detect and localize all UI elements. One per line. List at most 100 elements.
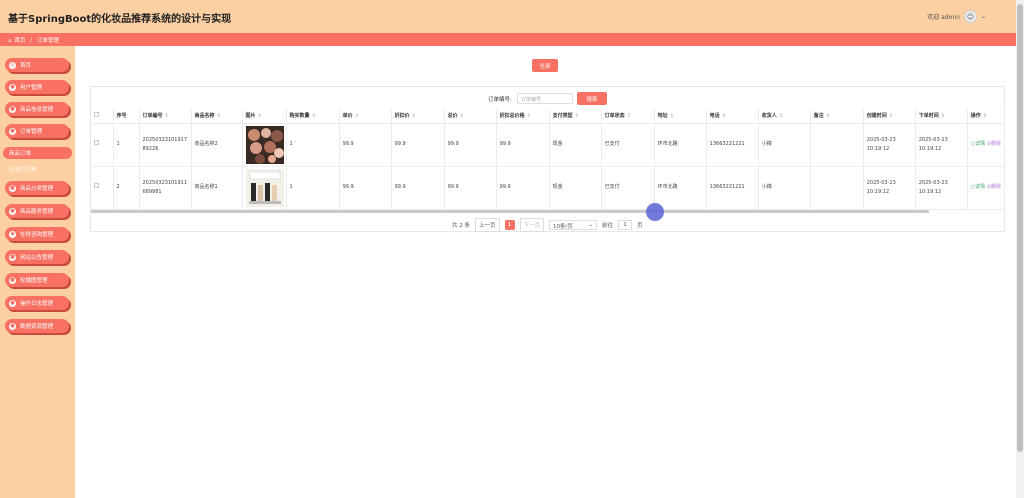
sidebar-item-label: 数据资源管理 (20, 324, 54, 330)
column-header[interactable]: 地址 ⇕ (654, 109, 707, 124)
carousel-icon: ■ (9, 276, 16, 284)
search-label: 订单编号: (488, 97, 512, 103)
product-icon: ■ (9, 105, 16, 113)
sidebar-subitem-paid-orders[interactable]: 已支付订单 (3, 163, 72, 175)
cell-pay-type: 现金 (549, 166, 602, 210)
sidebar-item-orders[interactable]: ● 订单管理 (5, 124, 69, 138)
column-header[interactable]: 商品名称 ⇕ (191, 109, 243, 124)
column-header[interactable]: 订单编号 ⇕ (139, 109, 192, 124)
breadcrumb-current: 订单管理 (36, 38, 59, 44)
product-image[interactable] (245, 125, 284, 164)
cell-status: 已支付 (601, 166, 655, 210)
column-header[interactable]: 下单时间 ⇕ (915, 109, 968, 124)
cell-receiver: 小樽 (758, 166, 811, 210)
column-header[interactable]: 序号 (113, 109, 140, 124)
sort-icon[interactable]: ⇕ (722, 113, 726, 119)
sort-icon[interactable]: ⇕ (527, 113, 531, 119)
sort-icon[interactable]: ⇕ (258, 113, 262, 119)
goto-label: 前往 (602, 223, 614, 229)
page-size-select[interactable]: 10条/页 ⌄ (549, 220, 598, 230)
next-page-button[interactable]: 下一页 (519, 218, 545, 232)
cell-image[interactable] (242, 123, 287, 167)
detail-link[interactable]: ○详情 (971, 141, 985, 147)
order-icon: ● (9, 127, 16, 135)
user-menu[interactable]: 欢迎 admin ☺ ⌄ (927, 10, 986, 23)
cell-discount-total: 99.9 (496, 166, 550, 210)
search-button[interactable]: 搜索 (577, 92, 607, 105)
column-header[interactable]: 折扣总价格 ⇕ (496, 109, 550, 124)
column-header[interactable]: 购买数量 ⇕ (286, 109, 340, 124)
column-header[interactable]: 电话 ⇕ (706, 109, 759, 124)
table-header-row: 序号 订单编号 ⇕ 商品名称 ⇕ 图片 ⇕ 购买数量 ⇕ 单价 ⇕ 折扣价 ⇕ 总价 ⇕ 折扣… (91, 109, 1006, 124)
cell-image[interactable] (242, 166, 287, 210)
cell-created: 2025-03-23 10:19:12 (863, 166, 916, 210)
select-all-checkbox[interactable] (91, 109, 114, 124)
sidebar-item-categories[interactable]: ■ 商品分类管理 (5, 181, 69, 195)
column-header[interactable]: 支付类型 ⇕ (549, 109, 602, 124)
cell-pay-type: 现金 (549, 123, 602, 167)
sidebar-subitem-product-orders[interactable]: 商品订单 (3, 147, 72, 159)
sort-icon[interactable]: ⇕ (826, 113, 830, 119)
column-header[interactable]: 创建时间 ⇕ (863, 109, 916, 124)
cell-phone: 13663221221 (706, 123, 759, 167)
chevron-down-icon[interactable]: ⌄ (981, 13, 986, 20)
cell-receiver: 小樽 (758, 123, 811, 167)
sort-icon[interactable]: ⇕ (355, 113, 359, 119)
cell-qty: 1 (286, 123, 340, 167)
column-header[interactable]: 折扣价 ⇕ (391, 109, 445, 124)
cell-no: 1 (113, 123, 140, 167)
scrollbar-thumb[interactable] (1017, 4, 1023, 452)
delete-link[interactable]: ⊘删除 (987, 184, 1001, 190)
sidebar-item-home[interactable]: ◎ 首页 (5, 58, 69, 72)
sort-icon[interactable]: ⇕ (670, 113, 674, 119)
delete-link[interactable]: ⊘删除 (987, 141, 1001, 147)
product-image[interactable] (245, 168, 284, 207)
detail-link[interactable]: ○详情 (971, 184, 985, 190)
sort-icon[interactable]: ⇕ (217, 113, 221, 119)
sort-icon[interactable]: ⇕ (165, 113, 169, 119)
sort-icon[interactable]: ⇕ (779, 113, 783, 119)
sort-icon[interactable]: ⇕ (889, 113, 893, 119)
sidebar-item-services[interactable]: ● 商品服务管理 (5, 204, 69, 218)
sidebar-item-notices[interactable]: ■ 网站公告管理 (5, 250, 69, 264)
sort-icon[interactable]: ⇕ (460, 113, 464, 119)
horizontal-scrollbar[interactable] (91, 210, 929, 213)
sort-icon[interactable]: ⇕ (575, 113, 579, 119)
column-header[interactable]: 总价 ⇕ (444, 109, 497, 124)
sort-icon[interactable]: ⇕ (983, 113, 987, 119)
sidebar-item-chat[interactable]: ◆ 在线咨询管理 (5, 227, 69, 241)
app-title: 基于SpringBoot的化妆品推荐系统的设计与实现 (8, 14, 232, 25)
sidebar-item-carousel[interactable]: ■ 轮播图管理 (5, 273, 69, 287)
goto-page-input[interactable]: 1 (618, 220, 633, 230)
user-icon: ● (9, 83, 16, 91)
column-header[interactable]: 收货人 ⇕ (758, 109, 811, 124)
column-header[interactable]: 操作 ⇕ (967, 109, 1006, 124)
column-header[interactable]: 订单状态 ⇕ (601, 109, 655, 124)
sidebar-item-logs[interactable]: ● 操作日志管理 (5, 296, 69, 310)
sidebar-item-users[interactable]: ● 用户管理 (5, 80, 69, 94)
page-number-button[interactable]: 1 (504, 220, 515, 230)
cell-product-name: 商品名称2 (191, 123, 243, 167)
prev-page-button[interactable]: 上一页 (475, 218, 500, 232)
sidebar-item-products[interactable]: ■ 商品信息管理 (5, 102, 69, 116)
column-header[interactable]: 备注 ⇕ (810, 109, 864, 124)
sidebar-item-data[interactable]: ● 数据资源管理 (5, 319, 69, 333)
sort-icon[interactable]: ⇕ (627, 113, 631, 119)
log-icon: ● (9, 299, 16, 307)
sidebar-item-label: 订单管理 (20, 129, 43, 135)
sort-icon[interactable]: ⇕ (412, 113, 416, 119)
vertical-scrollbar[interactable] (1016, 0, 1024, 498)
sort-icon[interactable]: ⇕ (941, 113, 945, 119)
order-number-search-input[interactable]: 订单编号 (517, 93, 573, 104)
row-checkbox[interactable] (91, 166, 114, 210)
breadcrumb-home[interactable]: 首页 (15, 38, 26, 44)
column-header[interactable]: 单价 ⇕ (339, 109, 392, 124)
sort-icon[interactable]: ⇕ (312, 113, 316, 119)
cell-actions: ○详情 ⊘删除 (967, 166, 1006, 210)
all-button[interactable]: 全部 (532, 59, 558, 72)
cell-total: 99.9 (444, 166, 497, 210)
column-header[interactable]: 图片 ⇕ (242, 109, 287, 124)
cell-price: 99.9 (339, 123, 392, 167)
row-checkbox[interactable] (91, 123, 114, 167)
avatar[interactable]: ☺ (963, 10, 977, 23)
